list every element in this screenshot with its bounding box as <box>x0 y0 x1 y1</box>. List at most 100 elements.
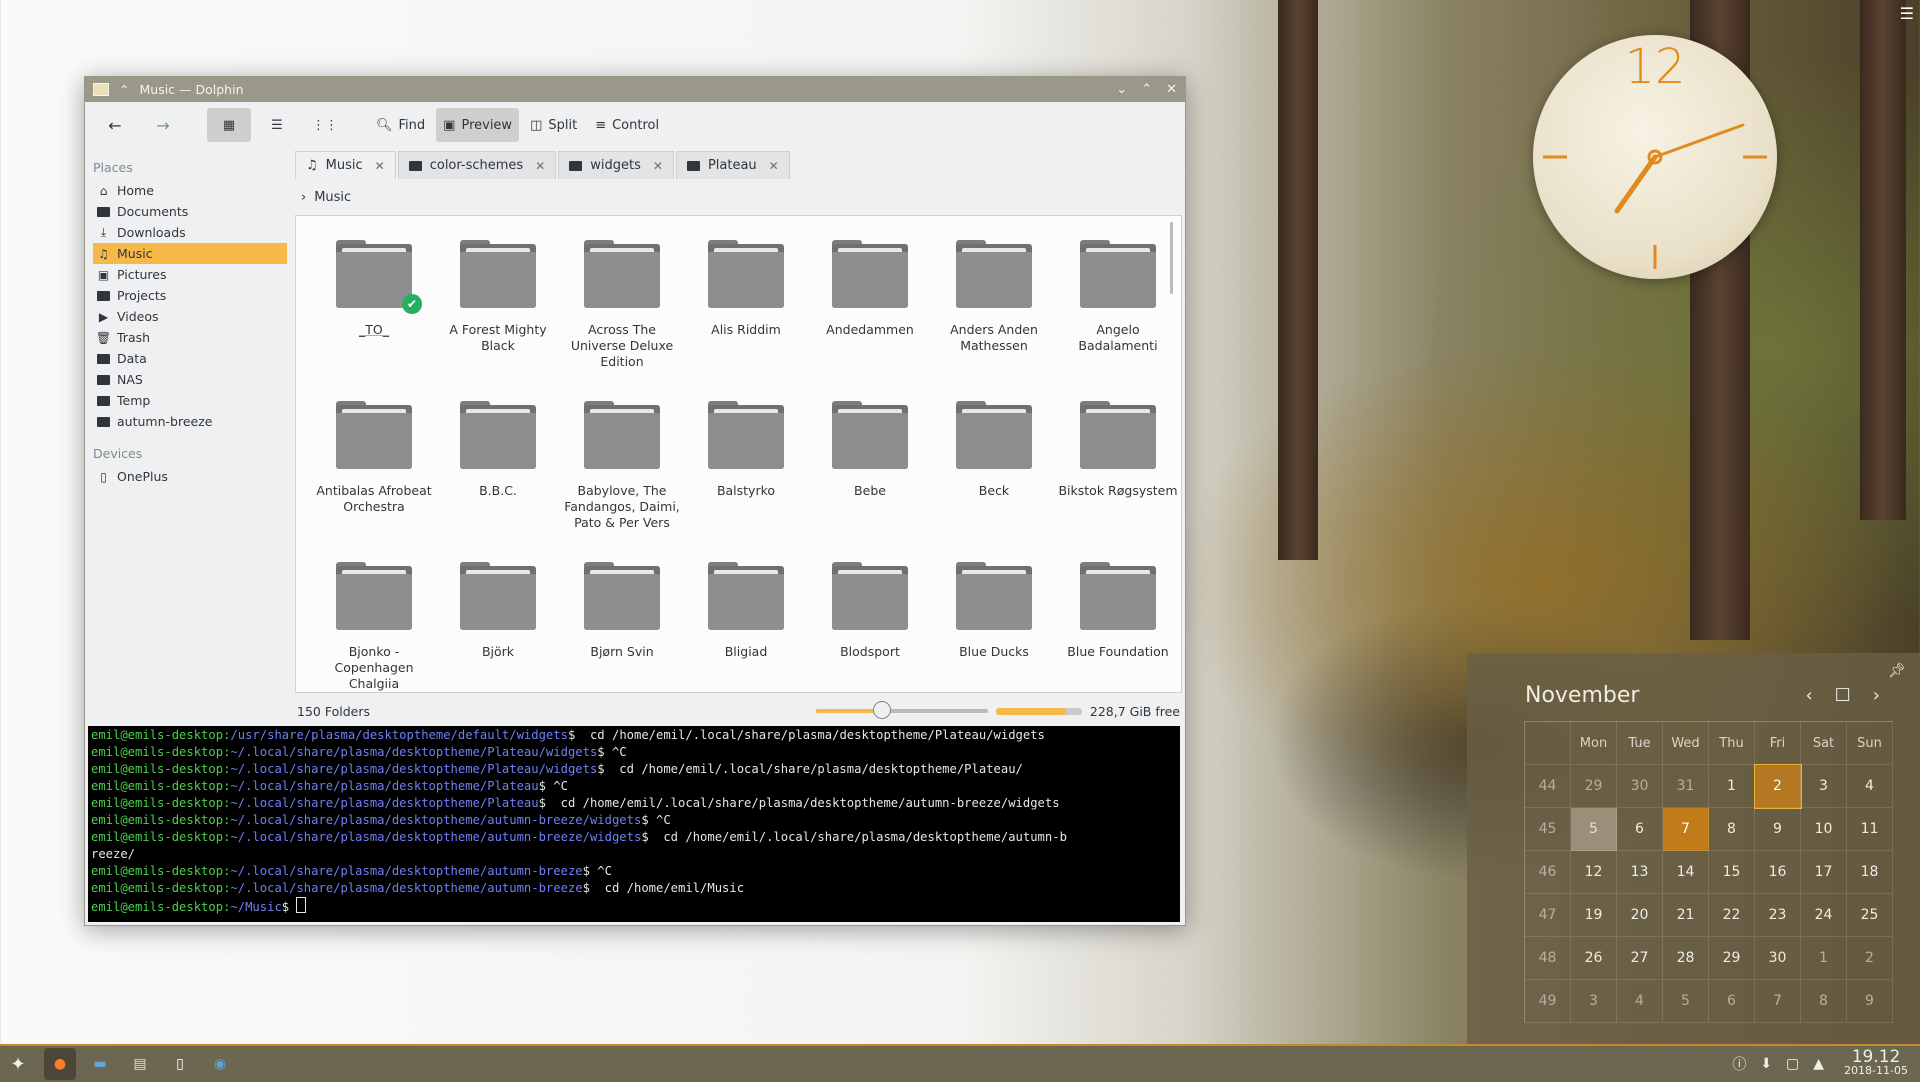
folder-item[interactable]: Balstyrko <box>684 399 808 550</box>
folder-item[interactable]: Babylove, The Fandangos, Daimi, Pato & P… <box>560 399 684 550</box>
folder-item[interactable]: Björk <box>436 560 560 692</box>
icons-view-button[interactable]: ▦ <box>207 108 251 142</box>
details-view-button[interactable]: ⋮⋮ <box>303 108 347 142</box>
tab-widgets[interactable]: widgets ✕ <box>558 151 674 179</box>
folder-item[interactable]: Andedammen <box>808 238 932 389</box>
folder-item[interactable]: Bjørn Svin <box>560 560 684 692</box>
calendar-day[interactable]: 9 <box>1847 980 1893 1023</box>
folder-item[interactable]: B.B.C. <box>436 399 560 550</box>
folder-item[interactable]: Bebe <box>808 399 932 550</box>
calendar-day[interactable]: 16 <box>1755 851 1801 894</box>
calendar-day[interactable]: 10 <box>1801 808 1847 851</box>
terminal-panel[interactable]: emil@emils-desktop:/usr/share/plasma/des… <box>88 726 1180 922</box>
calendar-day[interactable]: 12 <box>1571 851 1617 894</box>
file-view[interactable]: ✔ _TO_ A Forest Mighty Black Across The Uni… <box>295 215 1182 693</box>
calendar-day[interactable]: 3 <box>1801 765 1847 808</box>
calendar-day[interactable]: 20 <box>1617 894 1663 937</box>
calendar-day[interactable]: 17 <box>1801 851 1847 894</box>
place-documents[interactable]: Documents <box>93 201 287 222</box>
calendar-day[interactable]: 1 <box>1709 765 1755 808</box>
updates-icon[interactable]: ⬇ <box>1760 1056 1772 1072</box>
tab-music[interactable]: ♫ Music ✕ <box>295 151 396 179</box>
place-nas[interactable]: NAS <box>93 369 287 390</box>
compact-view-button[interactable]: ☰ <box>255 108 299 142</box>
place-home[interactable]: ⌂ Home <box>93 180 287 201</box>
find-button[interactable]: 🔍︎ Find <box>369 108 432 142</box>
calendar-day[interactable]: 25 <box>1847 894 1893 937</box>
calendar-day[interactable]: 1 <box>1801 937 1847 980</box>
folder-item[interactable]: Beck <box>932 399 1056 550</box>
document-icon[interactable]: ▯ <box>164 1048 196 1080</box>
place-projects[interactable]: Projects <box>93 285 287 306</box>
folder-item[interactable]: Angelo Badalamenti <box>1056 238 1180 389</box>
firefox-icon[interactable]: ● <box>44 1048 76 1080</box>
close-tab-icon[interactable]: ✕ <box>653 159 663 173</box>
app-launcher-icon[interactable]: ✦ <box>0 1046 36 1082</box>
folder-item[interactable]: Bjonko - Copenhagen Chalgiia <box>312 560 436 692</box>
notifications-icon[interactable]: ⓘ <box>1732 1054 1746 1074</box>
store-icon[interactable]: ▬ <box>84 1048 116 1080</box>
zoom-slider[interactable] <box>815 701 988 719</box>
calendar-day[interactable]: 21 <box>1663 894 1709 937</box>
keep-above-icon[interactable]: ⌃ <box>119 82 129 97</box>
place-trash[interactable]: 🗑︎ Trash <box>93 327 287 348</box>
dolphin-task-icon[interactable]: ▤ <box>124 1048 156 1080</box>
clipboard-icon[interactable]: ▢ <box>1786 1056 1799 1072</box>
digital-clock[interactable]: 19.12 2018-11-05 <box>1844 1049 1908 1078</box>
title-bar[interactable]: ⌃ Music — Dolphin ⌄ ⌃ ✕ <box>85 77 1185 102</box>
place-temp[interactable]: Temp <box>93 390 287 411</box>
calendar-day[interactable]: 8 <box>1801 980 1847 1023</box>
calendar-day[interactable]: 24 <box>1801 894 1847 937</box>
folder-item[interactable]: Blodsport <box>808 560 932 692</box>
close-tab-icon[interactable]: ✕ <box>375 159 385 173</box>
folder-item[interactable]: A Forest Mighty Black <box>436 238 560 389</box>
calendar-day[interactable]: 6 <box>1709 980 1755 1023</box>
zoom-slider-handle[interactable] <box>872 701 891 719</box>
calendar-day[interactable]: 18 <box>1847 851 1893 894</box>
place-videos[interactable]: ▶ Videos <box>93 306 287 327</box>
previous-month-button[interactable]: ‹ <box>1805 685 1812 706</box>
split-button[interactable]: ◫ Split <box>523 108 584 142</box>
close-tab-icon[interactable]: ✕ <box>535 159 545 173</box>
analog-clock[interactable]: 12 <box>1533 35 1777 279</box>
calendar-day[interactable]: 31 <box>1663 765 1709 808</box>
next-month-button[interactable]: › <box>1873 685 1880 706</box>
calendar-day[interactable]: 30 <box>1755 937 1801 980</box>
messenger-icon[interactable]: ◉ <box>204 1048 236 1080</box>
desktop-menu-icon[interactable]: ☰ <box>1900 4 1914 23</box>
folder-item[interactable]: Blue Ducks <box>932 560 1056 692</box>
calendar-day[interactable]: 6 <box>1617 808 1663 851</box>
calendar-day[interactable]: 23 <box>1755 894 1801 937</box>
calendar-day[interactable]: 5 <box>1663 980 1709 1023</box>
tab-plateau[interactable]: Plateau ✕ <box>675 151 790 179</box>
calendar-day[interactable]: 29 <box>1709 937 1755 980</box>
close-tab-icon[interactable]: ✕ <box>769 159 779 173</box>
calendar-day[interactable]: 27 <box>1617 937 1663 980</box>
pin-icon[interactable]: 📌︎ <box>1888 663 1906 679</box>
calendar-day[interactable]: 13 <box>1617 851 1663 894</box>
window-menu-icon[interactable] <box>93 83 109 96</box>
folder-item[interactable]: Across The Universe Deluxe Edition <box>560 238 684 389</box>
place-music[interactable]: ♫ Music <box>93 243 287 264</box>
place-downloads[interactable]: ⤓ Downloads <box>93 222 287 243</box>
folder-item[interactable]: ✔ _TO_ <box>312 238 436 389</box>
place-data[interactable]: Data <box>93 348 287 369</box>
forward-button[interactable]: → <box>141 108 185 142</box>
tab-color-schemes[interactable]: color-schemes ✕ <box>397 151 557 179</box>
control-button[interactable]: ≡ Control <box>588 108 666 142</box>
tray-expand-icon[interactable]: ▲ <box>1813 1056 1824 1072</box>
calendar-day[interactable]: 19 <box>1571 894 1617 937</box>
folder-item[interactable]: Alis Riddim <box>684 238 808 389</box>
breadcrumb-music[interactable]: Music <box>314 190 351 205</box>
scrollbar[interactable] <box>1170 222 1173 294</box>
today-button[interactable]: ☐ <box>1835 685 1851 706</box>
calendar-day[interactable]: 30 <box>1617 765 1663 808</box>
close-button[interactable]: ✕ <box>1166 82 1177 97</box>
back-button[interactable]: ← <box>93 108 137 142</box>
folder-item[interactable]: Bligiad <box>684 560 808 692</box>
calendar-day[interactable]: 4 <box>1847 765 1893 808</box>
calendar-day[interactable]: 11 <box>1847 808 1893 851</box>
device-oneplus[interactable]: ▯ OnePlus <box>93 466 287 487</box>
calendar-day[interactable]: 9 <box>1755 808 1801 851</box>
calendar-day[interactable]: 22 <box>1709 894 1755 937</box>
